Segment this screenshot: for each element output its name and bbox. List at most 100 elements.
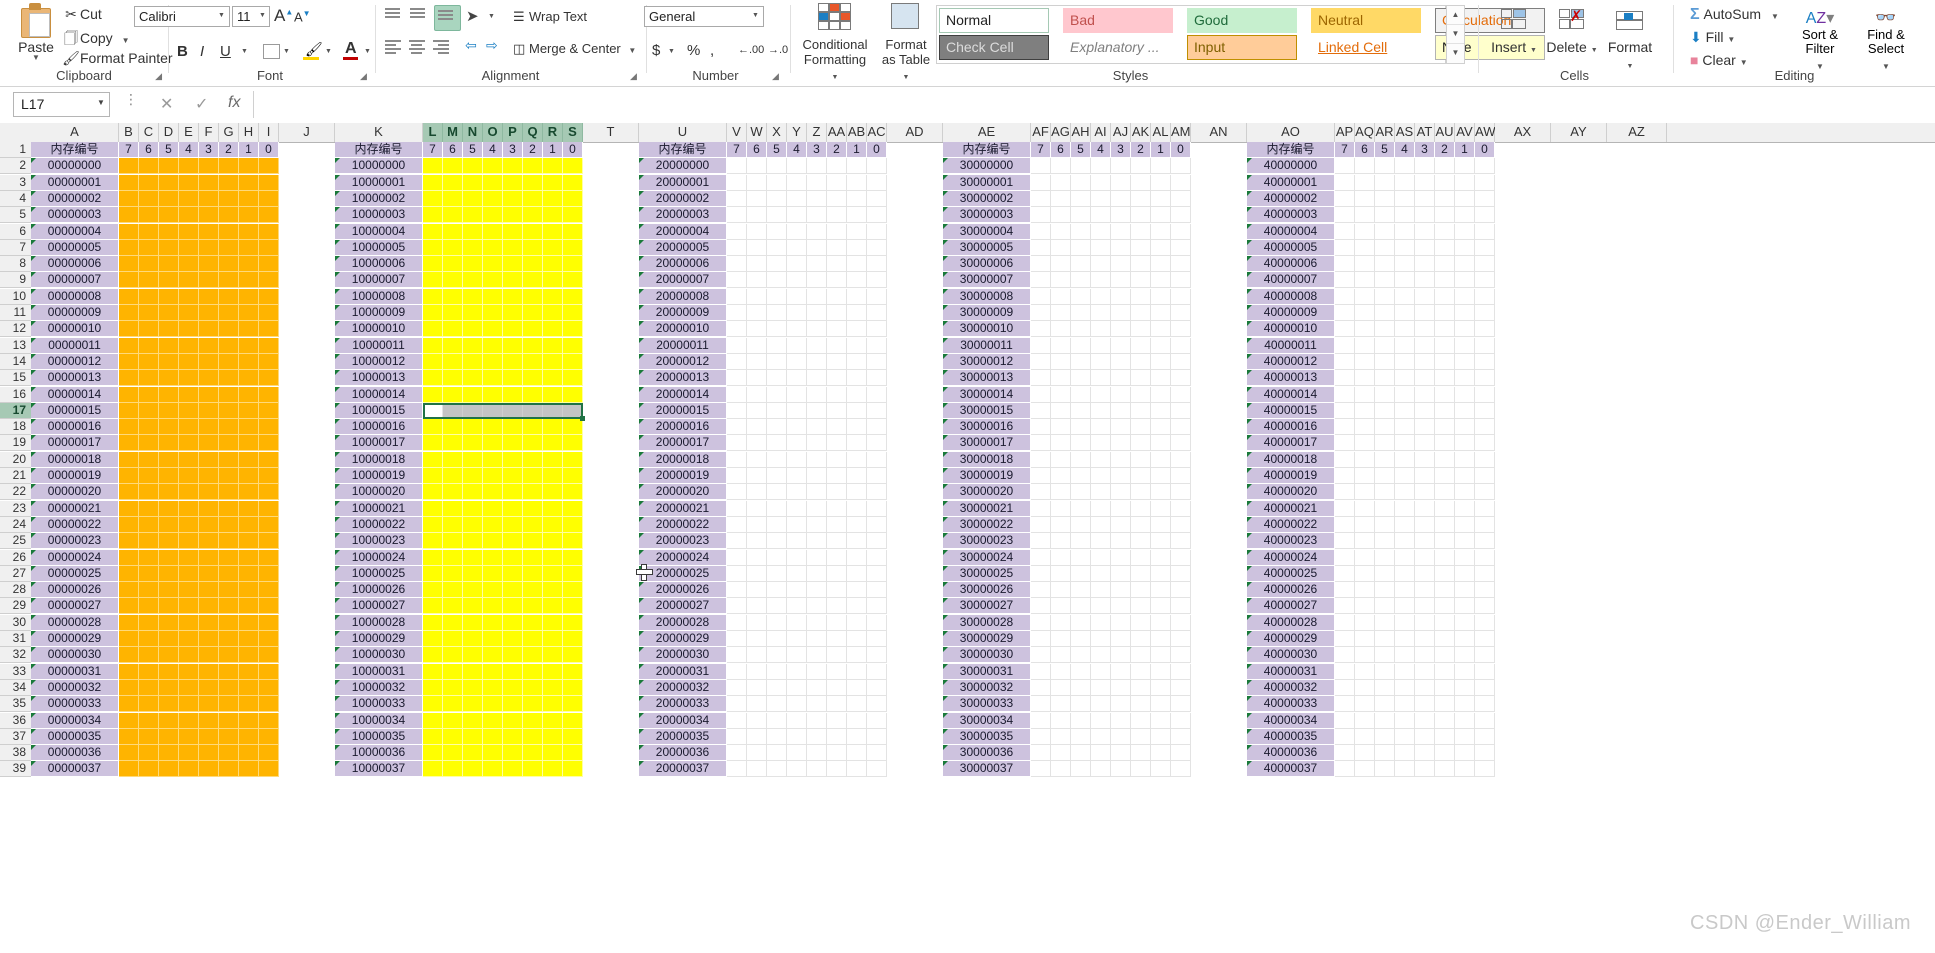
- cell-AE17[interactable]: 30000015: [943, 403, 1031, 419]
- cell-H27[interactable]: [239, 566, 259, 582]
- cell-AO22[interactable]: 40000020: [1247, 484, 1335, 500]
- cell-N15[interactable]: [463, 370, 483, 386]
- cell-E25[interactable]: [179, 533, 199, 549]
- cell-AE34[interactable]: 30000032: [943, 680, 1031, 696]
- cell-AT30[interactable]: [1415, 615, 1435, 631]
- cell-G16[interactable]: [219, 387, 239, 403]
- cell-AC29[interactable]: [867, 598, 887, 614]
- cell-AT23[interactable]: [1415, 501, 1435, 517]
- cell-L4[interactable]: [423, 191, 443, 207]
- cell-Y18[interactable]: [787, 419, 807, 435]
- cell-AS15[interactable]: [1395, 370, 1415, 386]
- cell-N38[interactable]: [463, 745, 483, 761]
- cell-AF31[interactable]: [1031, 631, 1051, 647]
- cell-AJ25[interactable]: [1111, 533, 1131, 549]
- cell-Y29[interactable]: [787, 598, 807, 614]
- cell-Y38[interactable]: [787, 745, 807, 761]
- cell-A33[interactable]: 00000031: [31, 664, 119, 680]
- cell-S13[interactable]: [563, 338, 583, 354]
- cell-X23[interactable]: [767, 501, 787, 517]
- cell-V21[interactable]: [727, 468, 747, 484]
- cell-X22[interactable]: [767, 484, 787, 500]
- cell-AS23[interactable]: [1395, 501, 1415, 517]
- cell-Q27[interactable]: [523, 566, 543, 582]
- cell-AA4[interactable]: [827, 191, 847, 207]
- insert-function-icon[interactable]: fx: [228, 94, 240, 112]
- cell-AR16[interactable]: [1375, 387, 1395, 403]
- cell-AS17[interactable]: [1395, 403, 1415, 419]
- cell-AM12[interactable]: [1171, 321, 1191, 337]
- cell-H29[interactable]: [239, 598, 259, 614]
- cell-Y27[interactable]: [787, 566, 807, 582]
- cell-AP9[interactable]: [1335, 272, 1355, 288]
- cell-A4[interactable]: 00000002: [31, 191, 119, 207]
- cell-X19[interactable]: [767, 435, 787, 451]
- cell-AQ28[interactable]: [1355, 582, 1375, 598]
- cell-F26[interactable]: [199, 550, 219, 566]
- cell-E20[interactable]: [179, 452, 199, 468]
- cell-AF16[interactable]: [1031, 387, 1051, 403]
- cell-AF39[interactable]: [1031, 761, 1051, 777]
- cell-I15[interactable]: [259, 370, 279, 386]
- styles-gallery-scroll[interactable]: ▲ ▼ ▼: [1446, 5, 1465, 64]
- cell-AW14[interactable]: [1475, 354, 1495, 370]
- cell-P23[interactable]: [503, 501, 523, 517]
- cell-AP23[interactable]: [1335, 501, 1355, 517]
- column-header-A[interactable]: A: [31, 123, 119, 142]
- cell-AK2[interactable]: [1131, 158, 1151, 174]
- cell-AT33[interactable]: [1415, 664, 1435, 680]
- cell-X37[interactable]: [767, 729, 787, 745]
- cell-P9[interactable]: [503, 272, 523, 288]
- cell-AM11[interactable]: [1171, 305, 1191, 321]
- cell-AK25[interactable]: [1131, 533, 1151, 549]
- cell-F14[interactable]: [199, 354, 219, 370]
- cell-styles-gallery[interactable]: Normal Bad Good Neutral Calculation Chec…: [936, 5, 1446, 64]
- cell-Q1[interactable]: 2: [523, 142, 543, 158]
- cell-Y6[interactable]: [787, 224, 807, 240]
- cell-G10[interactable]: [219, 289, 239, 305]
- cell-Z25[interactable]: [807, 533, 827, 549]
- cell-AH13[interactable]: [1071, 338, 1091, 354]
- number-format-select[interactable]: General: [644, 6, 764, 27]
- currency-button[interactable]: $: [652, 42, 660, 59]
- cell-F39[interactable]: [199, 761, 219, 777]
- cell-AT15[interactable]: [1415, 370, 1435, 386]
- cell-AU12[interactable]: [1435, 321, 1455, 337]
- cell-AU34[interactable]: [1435, 680, 1455, 696]
- cell-AH33[interactable]: [1071, 664, 1091, 680]
- cell-A1[interactable]: 内存编号: [31, 142, 119, 158]
- cell-AH6[interactable]: [1071, 224, 1091, 240]
- cell-A20[interactable]: 00000018: [31, 452, 119, 468]
- cell-AO31[interactable]: 40000029: [1247, 631, 1335, 647]
- cell-B37[interactable]: [119, 729, 139, 745]
- cell-AU16[interactable]: [1435, 387, 1455, 403]
- cell-C38[interactable]: [139, 745, 159, 761]
- row-header-4[interactable]: 4: [0, 191, 31, 207]
- cell-A18[interactable]: 00000016: [31, 419, 119, 435]
- cell-AC13[interactable]: [867, 338, 887, 354]
- cell-AU39[interactable]: [1435, 761, 1455, 777]
- cell-S11[interactable]: [563, 305, 583, 321]
- cell-L10[interactable]: [423, 289, 443, 305]
- cell-AF6[interactable]: [1031, 224, 1051, 240]
- cell-O18[interactable]: [483, 419, 503, 435]
- cell-D14[interactable]: [159, 354, 179, 370]
- cell-AL36[interactable]: [1151, 713, 1171, 729]
- cell-U23[interactable]: 20000021: [639, 501, 727, 517]
- cell-L23[interactable]: [423, 501, 443, 517]
- cell-W35[interactable]: [747, 696, 767, 712]
- align-center-button[interactable]: [409, 40, 425, 56]
- column-header-B[interactable]: B: [119, 123, 139, 142]
- cell-C9[interactable]: [139, 272, 159, 288]
- cell-O20[interactable]: [483, 452, 503, 468]
- column-header-AV[interactable]: AV: [1455, 123, 1475, 142]
- cell-AE14[interactable]: 30000012: [943, 354, 1031, 370]
- cell-AK21[interactable]: [1131, 468, 1151, 484]
- cell-Z13[interactable]: [807, 338, 827, 354]
- cell-P22[interactable]: [503, 484, 523, 500]
- cell-AT22[interactable]: [1415, 484, 1435, 500]
- cell-AU13[interactable]: [1435, 338, 1455, 354]
- cell-K13[interactable]: 10000011: [335, 338, 423, 354]
- column-header-U[interactable]: U: [639, 123, 727, 142]
- cell-Q30[interactable]: [523, 615, 543, 631]
